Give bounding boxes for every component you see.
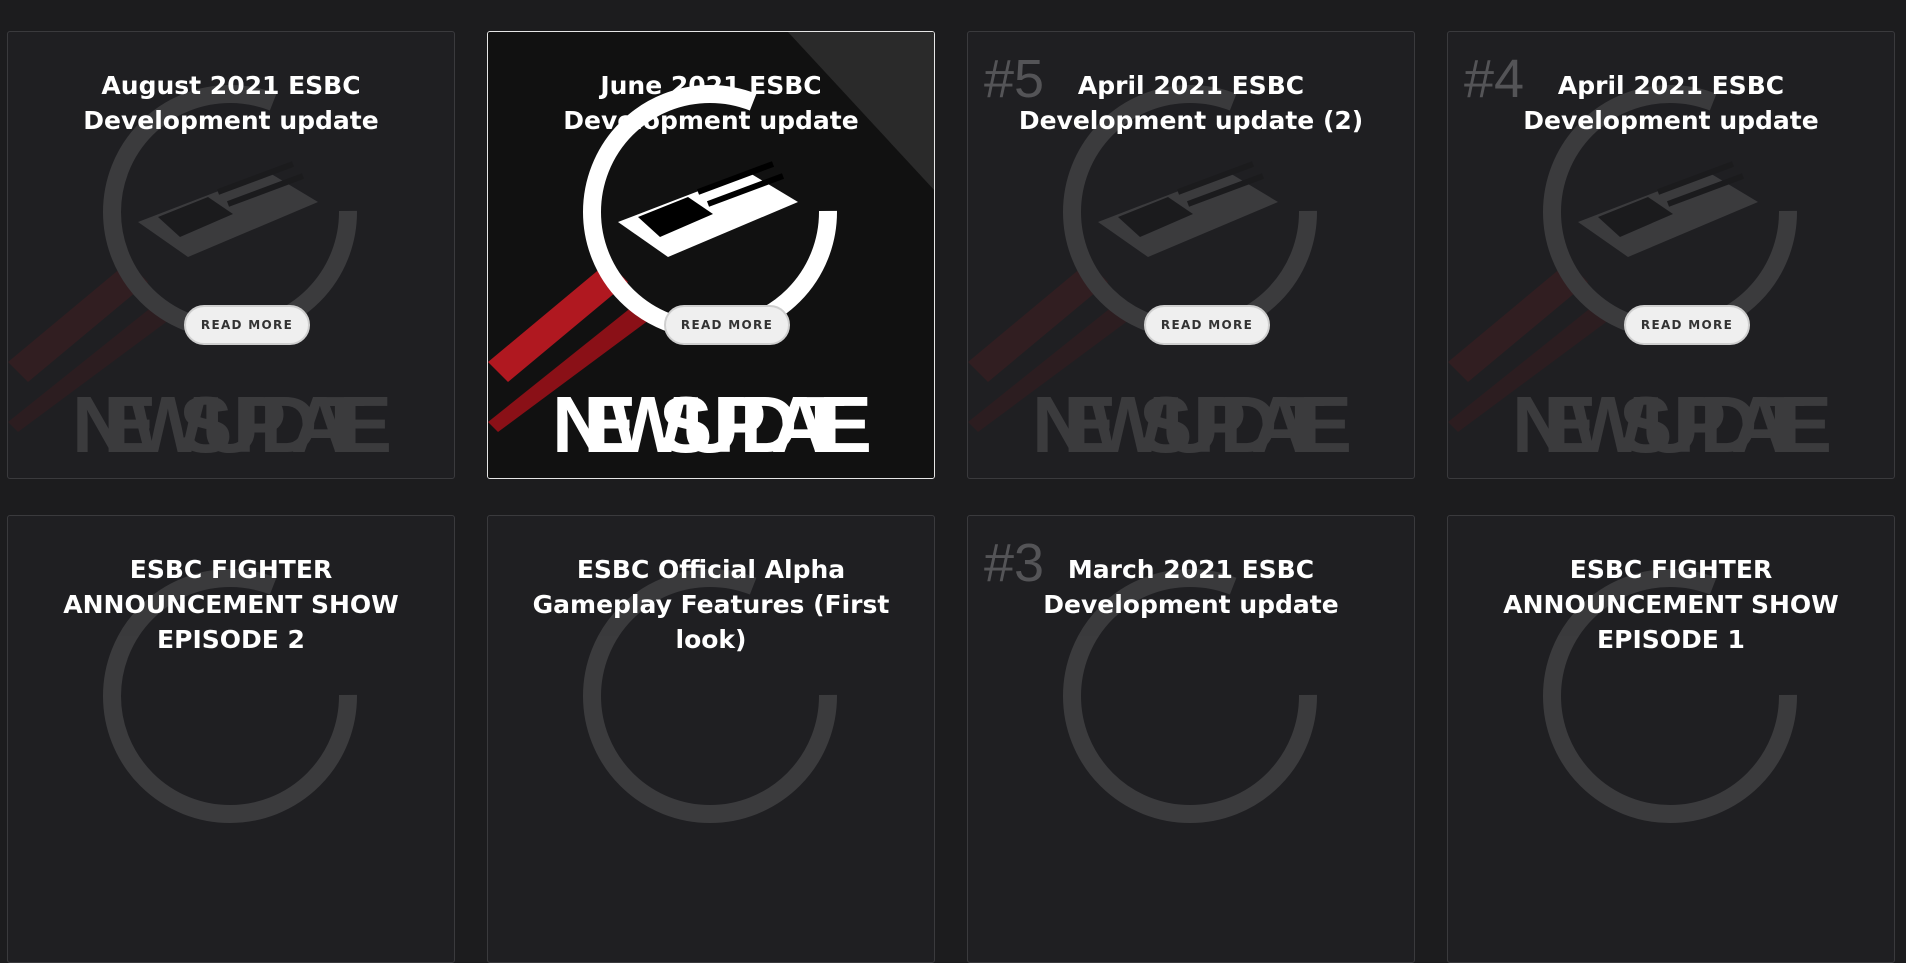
news-card[interactable]: ESBC FIGHTER ANNOUNCEMENT SHOW EPISODE 1 [1447,515,1895,963]
art-caption: NEWS UPDATE [552,380,872,469]
news-grid: NEWS UPDATE August 2021 ESBC Development… [0,0,1906,963]
card-title[interactable]: August 2021 ESBC Development update [8,68,454,138]
card-title[interactable]: April 2021 ESBC Development update (2) [968,68,1414,138]
art-caption: NEWS UPDATE [1512,380,1832,469]
card-title[interactable]: ESBC FIGHTER ANNOUNCEMENT SHOW EPISODE 2 [8,552,454,657]
read-more-button[interactable]: READ MORE [1624,305,1750,345]
news-card[interactable]: #3 March 2021 ESBC Development update [967,515,1415,963]
art-caption: NEWS UPDATE [72,380,392,469]
read-more-button[interactable]: READ MORE [1144,305,1270,345]
art-caption: NEWS UPDATE [1032,380,1352,469]
news-card[interactable]: NEWS UPDATE #5 April 2021 ESBC Developme… [967,31,1415,479]
card-title[interactable]: June 2021 ESBC Development update [488,68,934,138]
news-card[interactable]: ESBC FIGHTER ANNOUNCEMENT SHOW EPISODE 2 [7,515,455,963]
news-card-active[interactable]: NEWS UPDATE June 2021 ESBC Development u… [487,31,935,479]
card-title[interactable]: ESBC FIGHTER ANNOUNCEMENT SHOW EPISODE 1 [1448,552,1894,657]
read-more-label: READ MORE [1160,318,1254,332]
read-more-label: READ MORE [680,318,774,332]
read-more-label: READ MORE [1640,318,1734,332]
card-title[interactable]: ESBC Official Alpha Gameplay Features (F… [488,552,934,657]
news-card[interactable]: NEWS UPDATE August 2021 ESBC Development… [7,31,455,479]
read-more-button[interactable]: READ MORE [664,305,790,345]
read-more-button[interactable]: READ MORE [184,305,310,345]
card-title[interactable]: April 2021 ESBC Development update [1448,68,1894,138]
read-more-label: READ MORE [200,318,294,332]
news-card[interactable]: ESBC Official Alpha Gameplay Features (F… [487,515,935,963]
card-title[interactable]: March 2021 ESBC Development update [968,552,1414,622]
news-card[interactable]: NEWS UPDATE #4 April 2021 ESBC Developme… [1447,31,1895,479]
